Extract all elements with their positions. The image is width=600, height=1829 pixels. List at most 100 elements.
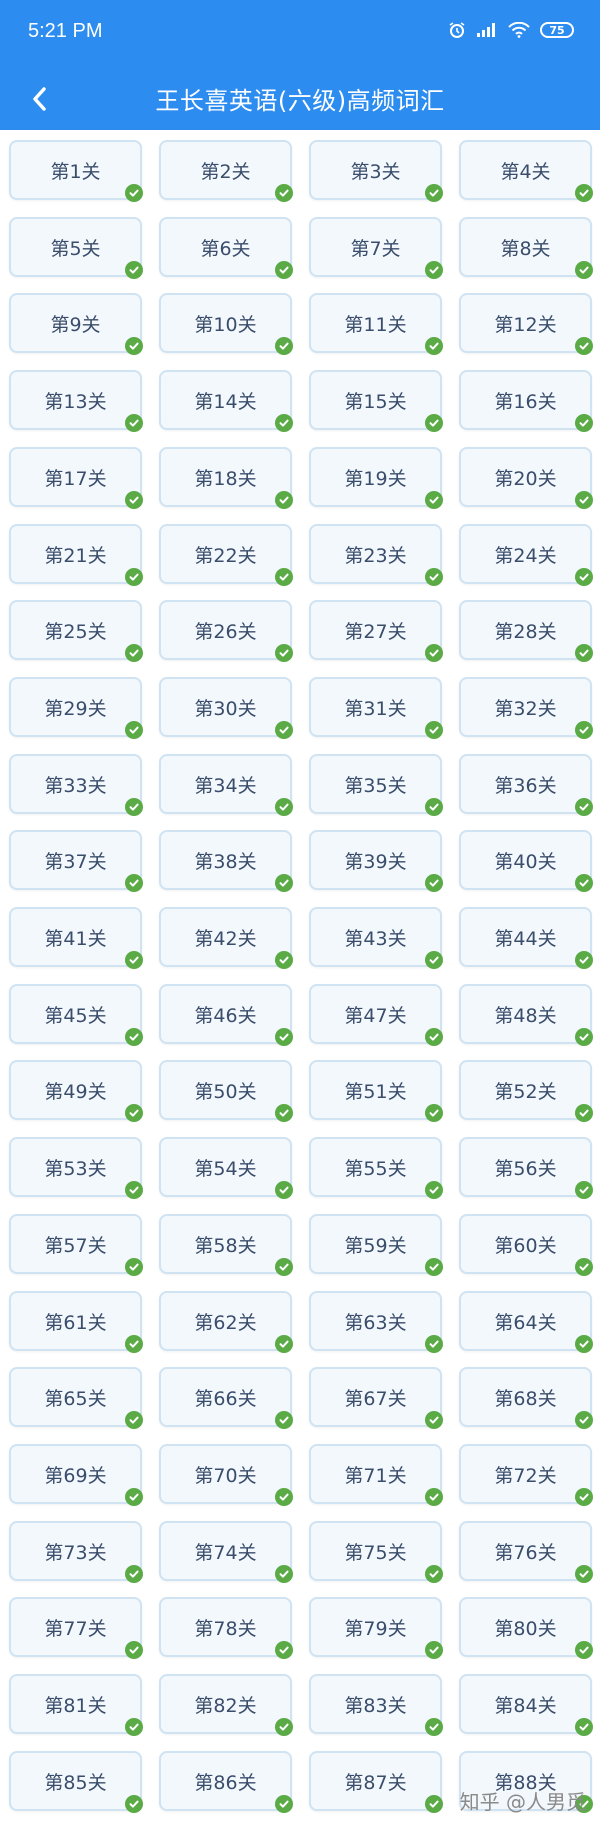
level-tile[interactable]: 第35关 [309, 754, 443, 816]
level-tile[interactable]: 第11关 [309, 293, 443, 355]
level-tile[interactable]: 第48关 [459, 984, 593, 1046]
level-tile[interactable]: 第87关 [309, 1751, 443, 1813]
level-tile[interactable]: 第73关 [9, 1521, 143, 1583]
level-tile[interactable]: 第24关 [459, 524, 593, 586]
level-tile[interactable]: 第44关 [459, 907, 593, 969]
status-time: 5:21 PM [28, 20, 103, 42]
level-tile[interactable]: 第27关 [309, 600, 443, 662]
level-tile[interactable]: 第30关 [159, 677, 293, 739]
level-tile[interactable]: 第5关 [9, 217, 143, 279]
level-tile[interactable]: 第18关 [159, 447, 293, 509]
level-tile[interactable]: 第25关 [9, 600, 143, 662]
level-tile[interactable]: 第4关 [459, 140, 593, 202]
level-tile[interactable]: 第37关 [9, 830, 143, 892]
level-tile[interactable]: 第43关 [309, 907, 443, 969]
level-tile[interactable]: 第3关 [309, 140, 443, 202]
level-tile[interactable]: 第84关 [459, 1674, 593, 1736]
level-tile[interactable]: 第13关 [9, 370, 143, 432]
check-circle-icon [125, 261, 143, 279]
level-label: 第56关 [494, 1157, 557, 1180]
check-circle-icon [425, 1565, 443, 1583]
level-tile[interactable]: 第28关 [459, 600, 593, 662]
level-tile[interactable]: 第60关 [459, 1214, 593, 1276]
level-tile[interactable]: 第34关 [159, 754, 293, 816]
level-tile[interactable]: 第8关 [459, 217, 593, 279]
level-tile[interactable]: 第56关 [459, 1137, 593, 1199]
level-tile[interactable]: 第17关 [9, 447, 143, 509]
level-tile[interactable]: 第53关 [9, 1137, 143, 1199]
level-tile[interactable]: 第64关 [459, 1291, 593, 1353]
level-tile[interactable]: 第69关 [9, 1444, 143, 1506]
level-tile[interactable]: 第19关 [309, 447, 443, 509]
check-circle-icon [275, 1718, 293, 1736]
level-tile[interactable]: 第77关 [9, 1597, 143, 1659]
level-tile[interactable]: 第51关 [309, 1060, 443, 1122]
level-tile[interactable]: 第39关 [309, 830, 443, 892]
level-tile[interactable]: 第33关 [9, 754, 143, 816]
level-tile[interactable]: 第36关 [459, 754, 593, 816]
level-tile[interactable]: 第70关 [159, 1444, 293, 1506]
level-tile[interactable]: 第16关 [459, 370, 593, 432]
level-tile[interactable]: 第12关 [459, 293, 593, 355]
level-tile[interactable]: 第29关 [9, 677, 143, 739]
level-tile[interactable]: 第76关 [459, 1521, 593, 1583]
level-tile[interactable]: 第2关 [159, 140, 293, 202]
level-tile[interactable]: 第46关 [159, 984, 293, 1046]
check-circle-icon [275, 1181, 293, 1199]
level-tile[interactable]: 第75关 [309, 1521, 443, 1583]
level-tile[interactable]: 第57关 [9, 1214, 143, 1276]
check-circle-icon [575, 1411, 593, 1429]
level-tile[interactable]: 第80关 [459, 1597, 593, 1659]
level-tile[interactable]: 第66关 [159, 1367, 293, 1429]
level-tile[interactable]: 第72关 [459, 1444, 593, 1506]
level-tile[interactable]: 第61关 [9, 1291, 143, 1353]
level-label: 第46关 [194, 1004, 257, 1027]
level-tile[interactable]: 第74关 [159, 1521, 293, 1583]
level-tile[interactable]: 第47关 [309, 984, 443, 1046]
level-tile[interactable]: 第26关 [159, 600, 293, 662]
level-tile[interactable]: 第68关 [459, 1367, 593, 1429]
level-tile[interactable]: 第38关 [159, 830, 293, 892]
level-tile[interactable]: 第20关 [459, 447, 593, 509]
level-tile[interactable]: 第40关 [459, 830, 593, 892]
level-tile[interactable]: 第49关 [9, 1060, 143, 1122]
level-tile[interactable]: 第82关 [159, 1674, 293, 1736]
level-tile[interactable]: 第50关 [159, 1060, 293, 1122]
level-label: 第74关 [194, 1541, 257, 1564]
level-tile[interactable]: 第41关 [9, 907, 143, 969]
level-tile[interactable]: 第9关 [9, 293, 143, 355]
level-tile[interactable]: 第31关 [309, 677, 443, 739]
level-tile[interactable]: 第59关 [309, 1214, 443, 1276]
level-tile[interactable]: 第10关 [159, 293, 293, 355]
level-tile[interactable]: 第67关 [309, 1367, 443, 1429]
level-tile[interactable]: 第79关 [309, 1597, 443, 1659]
level-tile[interactable]: 第52关 [459, 1060, 593, 1122]
level-tile[interactable]: 第55关 [309, 1137, 443, 1199]
level-label: 第30关 [194, 697, 257, 720]
level-tile[interactable]: 第65关 [9, 1367, 143, 1429]
level-tile[interactable]: 第42关 [159, 907, 293, 969]
level-tile[interactable]: 第23关 [309, 524, 443, 586]
level-tile[interactable]: 第85关 [9, 1751, 143, 1813]
level-tile[interactable]: 第21关 [9, 524, 143, 586]
level-tile[interactable]: 第83关 [309, 1674, 443, 1736]
level-label: 第66关 [194, 1387, 257, 1410]
level-tile[interactable]: 第14关 [159, 370, 293, 432]
level-tile[interactable]: 第81关 [9, 1674, 143, 1736]
level-tile[interactable]: 第22关 [159, 524, 293, 586]
level-label: 第23关 [344, 544, 407, 567]
level-tile[interactable]: 第58关 [159, 1214, 293, 1276]
level-tile[interactable]: 第15关 [309, 370, 443, 432]
level-tile[interactable]: 第1关 [9, 140, 143, 202]
check-circle-icon [275, 874, 293, 892]
level-tile[interactable]: 第45关 [9, 984, 143, 1046]
level-tile[interactable]: 第62关 [159, 1291, 293, 1353]
level-tile[interactable]: 第7关 [309, 217, 443, 279]
level-tile[interactable]: 第71关 [309, 1444, 443, 1506]
level-tile[interactable]: 第78关 [159, 1597, 293, 1659]
level-tile[interactable]: 第63关 [309, 1291, 443, 1353]
level-tile[interactable]: 第6关 [159, 217, 293, 279]
level-tile[interactable]: 第32关 [459, 677, 593, 739]
level-tile[interactable]: 第86关 [159, 1751, 293, 1813]
level-tile[interactable]: 第54关 [159, 1137, 293, 1199]
